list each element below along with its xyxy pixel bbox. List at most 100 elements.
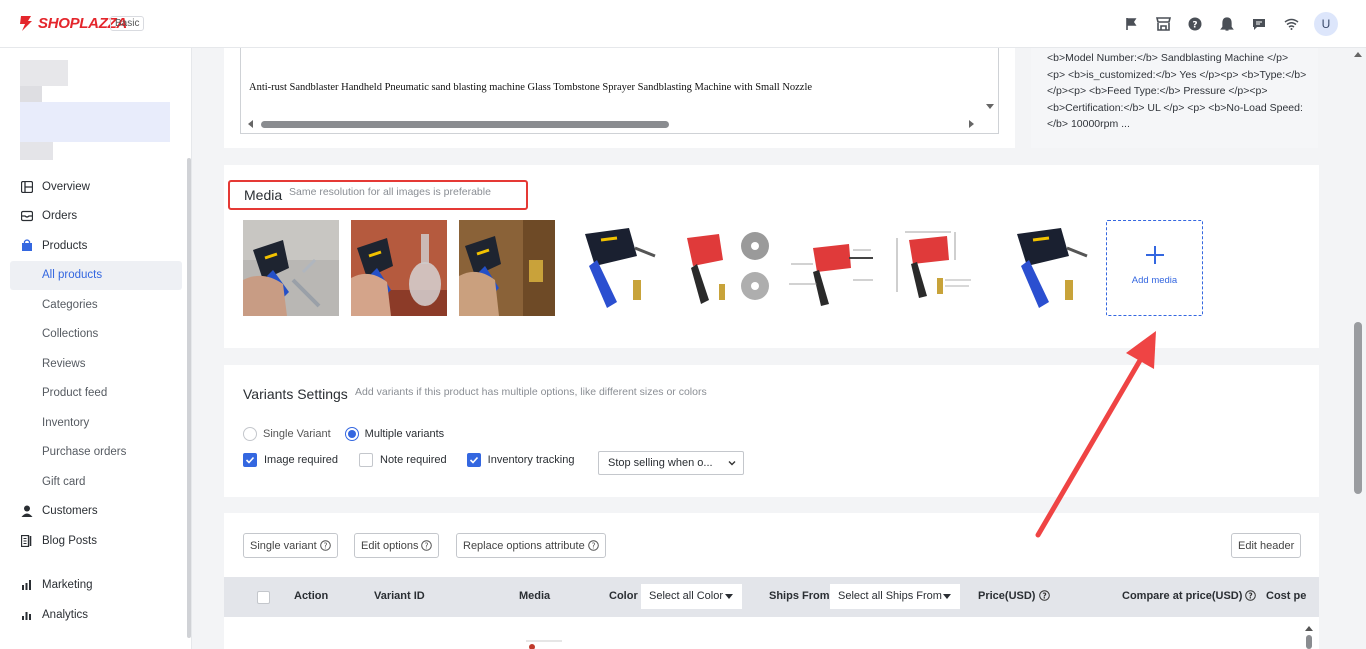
scroll-down-arrow[interactable] xyxy=(986,104,994,109)
sidebar-item-products[interactable]: Products xyxy=(10,231,182,261)
media-thumbnail[interactable] xyxy=(459,220,555,316)
sidebar-item-purchase-orders[interactable]: Purchase orders xyxy=(10,438,182,468)
color-filter-select[interactable]: Select all Color xyxy=(641,584,742,609)
media-thumbnail[interactable] xyxy=(999,220,1095,316)
sidebar-scrollbar[interactable] xyxy=(187,158,191,638)
avatar[interactable]: U xyxy=(1314,12,1338,36)
sidebar-item-reviews[interactable]: Reviews xyxy=(10,349,182,379)
top-bar: SHOPLAZZA Basic ? U xyxy=(0,0,1366,48)
sidebar-item-label: Product feed xyxy=(42,387,108,400)
inventory-tracking-checkbox[interactable] xyxy=(466,453,481,467)
add-media-button[interactable]: Add media xyxy=(1106,220,1203,316)
media-thumbnail[interactable] xyxy=(567,220,663,316)
sidebar-item-categories[interactable]: Categories xyxy=(10,290,182,320)
ships-from-filter-select[interactable]: Select all Ships From xyxy=(830,584,960,609)
plus-icon xyxy=(1146,246,1164,264)
scroll-left-arrow[interactable] xyxy=(248,120,253,128)
seo-preview-text: <b>Model Number:</b> Sandblasting Machin… xyxy=(1047,52,1307,131)
stock-policy-value: Stop selling when o... xyxy=(608,457,713,469)
multiple-variants-radio[interactable] xyxy=(344,427,359,441)
chat-icon[interactable] xyxy=(1250,15,1268,33)
color-filter-value: Select all Color xyxy=(649,590,723,602)
orders-icon xyxy=(20,209,34,223)
question-icon[interactable]: ? xyxy=(1245,590,1257,601)
sidebar-item-overview[interactable]: Overview xyxy=(10,172,182,202)
sidebar-item-customers[interactable]: Customers xyxy=(10,497,182,527)
horizontal-scrollbar[interactable] xyxy=(243,118,996,130)
caret-down-icon xyxy=(943,594,951,599)
single-variant-radio[interactable] xyxy=(243,427,257,441)
plan-badge: Basic xyxy=(110,16,145,31)
variants-title: Variants Settings xyxy=(243,386,348,402)
inventory-tracking-label: Inventory tracking xyxy=(487,454,575,466)
analytics-icon xyxy=(20,608,34,622)
help-icon[interactable]: ? xyxy=(1186,15,1204,33)
note-required-checkbox[interactable] xyxy=(359,453,373,467)
flag-icon[interactable] xyxy=(1122,15,1140,33)
media-thumbnail[interactable] xyxy=(243,220,339,316)
media-thumbnail[interactable] xyxy=(351,220,447,316)
sidebar-item-product-feed[interactable]: Product feed xyxy=(10,379,182,409)
sidebar-item-label: Purchase orders xyxy=(42,446,127,459)
select-all-checkbox[interactable] xyxy=(257,591,270,604)
sidebar-item-label: Orders xyxy=(42,210,78,223)
bell-icon[interactable] xyxy=(1218,15,1236,33)
column-price: Price(USD) ? xyxy=(978,590,1050,602)
media-hint: Same resolution for all images is prefer… xyxy=(289,186,491,198)
sidebar-item-gift-card[interactable]: Gift card xyxy=(10,467,182,497)
sidebar-item-collections[interactable]: Collections xyxy=(10,320,182,350)
store-icon[interactable] xyxy=(1154,15,1172,33)
description-editor[interactable]: Anti-rust Sandblaster Handheld Pneumatic… xyxy=(240,48,999,134)
scroll-right-arrow[interactable] xyxy=(969,120,974,128)
scroll-up-arrow[interactable] xyxy=(1354,52,1362,57)
sidebar-item-blog-posts[interactable]: Blog Posts xyxy=(10,526,182,556)
question-icon[interactable]: ? xyxy=(1038,590,1050,601)
sidebar-item-label: Categories xyxy=(42,298,98,311)
overview-icon xyxy=(20,180,34,194)
media-thumbnails xyxy=(243,220,1095,316)
media-thumbnail[interactable] xyxy=(675,220,771,316)
description-card: Anti-rust Sandblaster Handheld Pneumatic… xyxy=(224,48,1015,148)
sidebar-item-label: Customers xyxy=(42,505,98,518)
column-action: Action xyxy=(294,590,329,602)
annotation-arrow xyxy=(1035,331,1156,538)
sidebar-item-label: Gift card xyxy=(42,475,86,488)
sidebar-item-orders[interactable]: Orders xyxy=(10,202,182,232)
question-icon: ? xyxy=(319,540,331,551)
description-text: Anti-rust Sandblaster Handheld Pneumatic… xyxy=(249,82,813,93)
sidebar-item-label: Blog Posts xyxy=(42,534,97,547)
image-required-checkbox[interactable] xyxy=(243,453,257,467)
svg-text:?: ? xyxy=(1042,591,1046,600)
sidebar-item-all-products[interactable]: All products xyxy=(10,260,182,290)
single-variant-button[interactable]: Single variant ? xyxy=(243,533,338,558)
column-color: Color xyxy=(609,590,638,602)
sidebar-item-label: Overview xyxy=(42,180,90,193)
sidebar-item-marketing[interactable]: Marketing xyxy=(10,571,182,601)
media-title: Media xyxy=(244,187,283,203)
sidebar-item-inventory[interactable]: Inventory xyxy=(10,408,182,438)
sidebar-item-label: Collections xyxy=(42,328,99,341)
sidebar-item-label: Products xyxy=(42,239,88,252)
edit-header-button[interactable]: Edit header xyxy=(1231,533,1302,558)
edit-options-button-label: Edit options xyxy=(361,539,419,552)
stock-policy-select[interactable]: Stop selling when o... xyxy=(598,451,744,475)
store-name-blurred[interactable] xyxy=(20,60,175,160)
media-thumbnail[interactable] xyxy=(891,220,987,316)
table-vertical-scrollbar[interactable] xyxy=(1303,621,1315,649)
variant-row-media-thumbnail[interactable] xyxy=(522,637,564,649)
sidebar-item-analytics[interactable]: Analytics xyxy=(10,600,182,630)
horizontal-scroll-thumb[interactable] xyxy=(261,121,669,128)
sidebar-item-label: Marketing xyxy=(42,579,93,592)
edit-options-button[interactable]: Edit options ? xyxy=(354,533,440,558)
ships-from-filter-value: Select all Ships From xyxy=(838,590,942,602)
replace-options-button[interactable]: Replace options attribute ? xyxy=(456,533,606,558)
sidebar-item-label: Analytics xyxy=(42,608,89,621)
media-card: Media Same resolution for all images is … xyxy=(224,165,1319,348)
replace-options-button-label: Replace options attribute xyxy=(463,539,585,552)
main-scroll-thumb[interactable] xyxy=(1354,322,1362,494)
sidebar-item-label: All products xyxy=(42,269,103,282)
wifi-icon[interactable] xyxy=(1282,15,1300,33)
media-thumbnail[interactable] xyxy=(783,220,879,316)
variants-hint: Add variants if this product has multipl… xyxy=(355,386,707,398)
column-ships-from: Ships From xyxy=(769,590,830,602)
